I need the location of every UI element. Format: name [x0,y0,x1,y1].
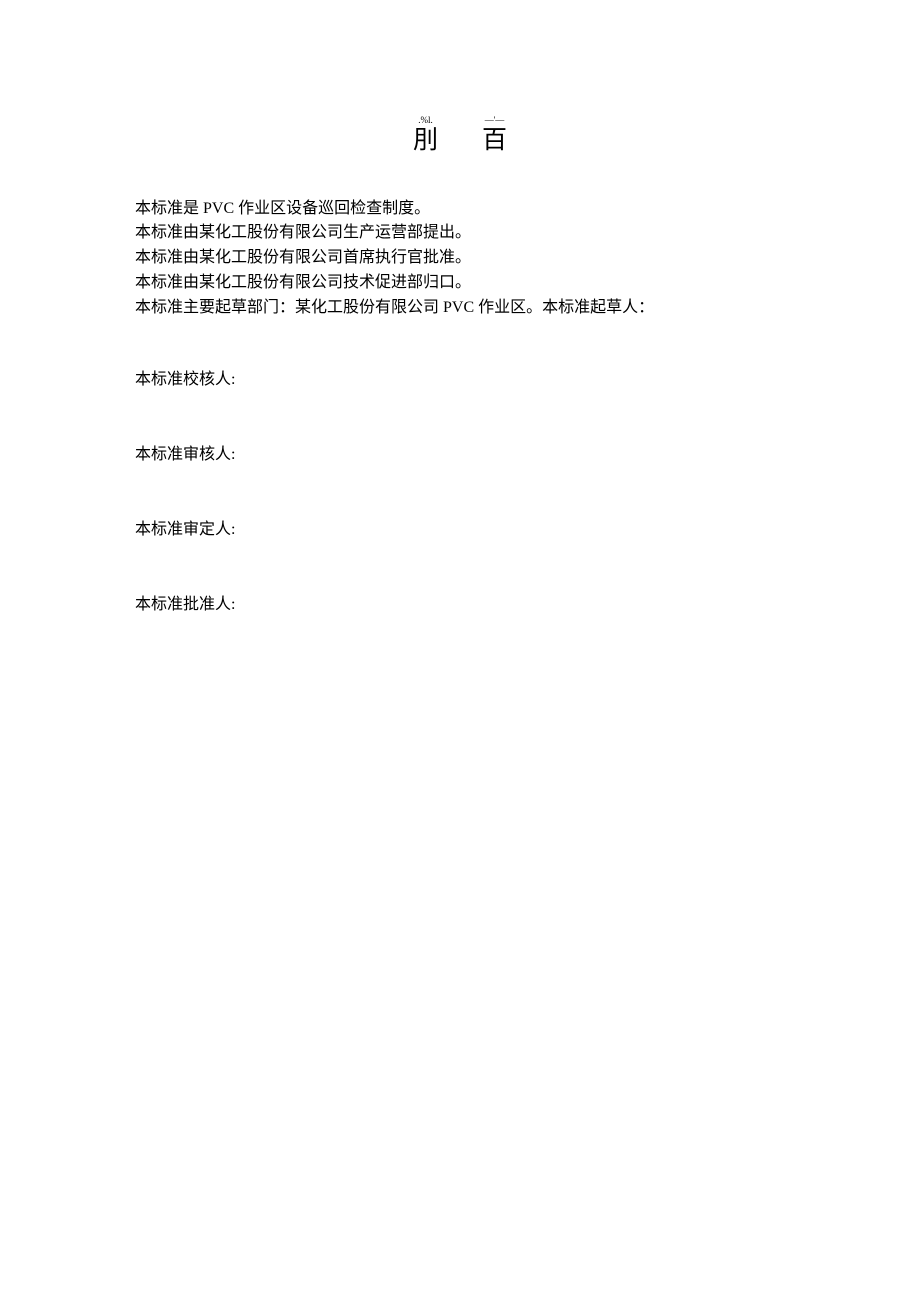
paragraph-line: 本标准主要起草部门：某化工股份有限公司 PVC 作业区。本标准起草人： [135,296,785,321]
title-char-2-annotation: —'— [485,116,505,125]
document-title: .%l. 刖 —'— 百 [135,110,785,155]
paragraph-line: 本标准由某化工股份有限公司生产运营部提出。 [135,221,785,246]
reviewer-approve-line: 本标准批准人: [135,593,785,618]
paragraph-line: 本标准是 PVC 作业区设备巡回检查制度。 [135,197,785,222]
title-char-1-annotation: .%l. [418,116,433,125]
title-char-2-main: 百 [482,127,507,155]
reviewer-verify-line: 本标准审定人: [135,518,785,543]
reviewer-checker-line: 本标准校核人: [135,368,785,393]
paragraph-line: 本标准由某化工股份有限公司首席执行官批准。 [135,246,785,271]
title-ruby-group: .%l. 刖 —'— 百 [413,116,507,155]
title-char-1: .%l. 刖 [413,116,438,155]
paragraph-line: 本标准由某化工股份有限公司技术促进部归口。 [135,271,785,296]
reviewer-audit-line: 本标准审核人: [135,443,785,468]
document-page: .%l. 刖 —'— 百 本标准是 PVC 作业区设备巡回检查制度。 本标准由某… [0,0,920,618]
title-char-1-main: 刖 [413,127,438,155]
title-char-2: —'— 百 [482,116,507,155]
intro-paragraph-block: 本标准是 PVC 作业区设备巡回检查制度。 本标准由某化工股份有限公司生产运营部… [135,197,785,321]
